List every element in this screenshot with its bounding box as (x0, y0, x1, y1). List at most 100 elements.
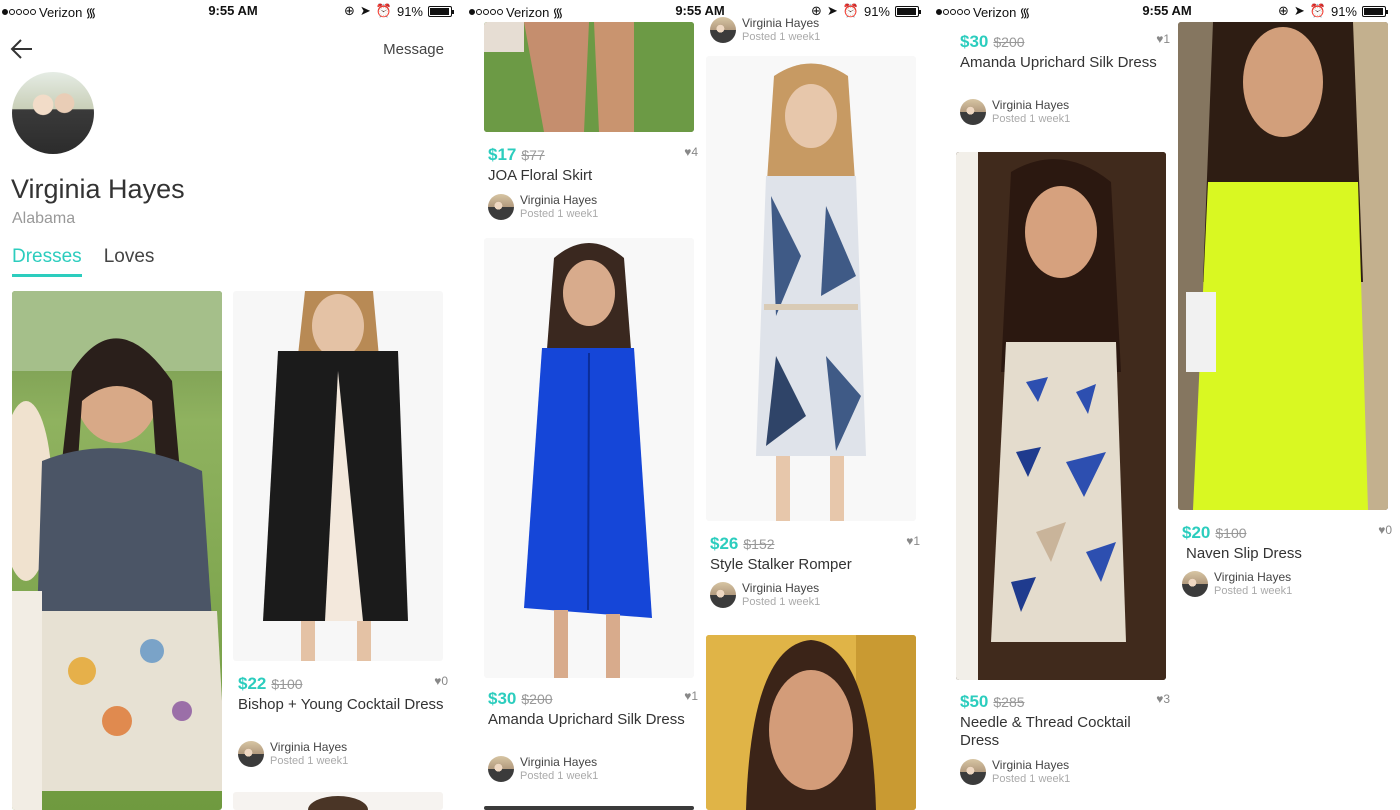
listing-photo[interactable] (484, 238, 694, 678)
posted-time: Posted 1 week1 (742, 31, 821, 43)
listing-seller[interactable]: Virginia Hayes Posted 1 week1 (960, 98, 1070, 126)
listing-photo-art (12, 291, 222, 810)
message-button[interactable]: Message (383, 41, 444, 58)
listing-title[interactable]: Naven Slip Dress (1186, 545, 1396, 563)
listing-seller[interactable]: Virginia Hayes Posted 1 week1 (710, 16, 820, 44)
listing-price: $50 (960, 692, 989, 711)
status-bar: Verizon ᯾ 9:55 AM ⊕ ➤ ⏰ 91% (467, 0, 933, 22)
listing-title[interactable]: Style Stalker Romper (710, 556, 920, 574)
alarm-icon: ⏰ (1309, 3, 1326, 18)
profile-tabs: Dresses Loves (12, 246, 154, 277)
seller-name: Virginia Hayes (992, 98, 1070, 112)
listing-photo[interactable] (706, 635, 916, 810)
listing-photo-art (308, 796, 368, 810)
listing-price-row: $17 $77 ♥4 (488, 145, 698, 165)
listing-likes[interactable]: ♥1 (684, 689, 698, 703)
listing-original-price: $77 (521, 147, 545, 163)
listing-original-price: $100 (271, 676, 303, 692)
listing-photo-art (706, 635, 916, 810)
listing-photo-art (484, 22, 694, 132)
seller-avatar (960, 99, 986, 125)
feed-screen-3: Verizon ᯾ 9:55 AM ⊕ ➤ ⏰ 91% $30 $200 ♥1 Aman… (934, 0, 1400, 810)
listing-price: $30 (488, 689, 517, 708)
battery-percent: 91% (396, 3, 423, 19)
listing-photo[interactable] (956, 152, 1166, 680)
location-icon: ➤ (826, 3, 838, 18)
seller-avatar (488, 194, 514, 220)
listing-likes[interactable]: ♥1 (906, 534, 920, 548)
tab-dresses[interactable]: Dresses (12, 246, 82, 277)
listing-likes[interactable]: ♥1 (1156, 32, 1170, 46)
listing-photo-art (524, 243, 652, 678)
location-icon: ➤ (359, 3, 371, 18)
listing-likes[interactable]: ♥4 (684, 145, 698, 159)
seller-name: Virginia Hayes (742, 581, 820, 595)
listing-price-row: $26 $152 ♥1 (710, 534, 920, 554)
listing-title[interactable]: Bishop + Young Cocktail Dress (238, 696, 448, 714)
profile-screen: Verizon ᯾ 9:55 AM ⊕ ➤ ⏰ 91% Message Virginia… (0, 0, 466, 810)
posted-time: Posted 1 week1 (270, 755, 349, 767)
listing-original-price: $200 (993, 34, 1025, 50)
listing-photo[interactable] (484, 806, 694, 810)
alarm-icon: ⏰ (842, 3, 859, 18)
lock-rotation-icon: ⊕ (343, 3, 355, 18)
listing-likes[interactable]: ♥0 (434, 674, 448, 688)
battery-percent: 91% (863, 3, 890, 19)
listing-photo[interactable] (706, 56, 916, 521)
listing-seller[interactable]: Virginia Hayes Posted 1 week1 (960, 758, 1070, 786)
listing-price-row: $22 $100 ♥0 (238, 674, 448, 694)
battery-icon (895, 5, 921, 17)
battery-percent: 91% (1330, 3, 1357, 19)
feed-screen-2: Verizon ᯾ 9:55 AM ⊕ ➤ ⏰ 91% $17 $77 ♥4 JOA F… (467, 0, 933, 810)
listing-photo-art (756, 63, 866, 521)
battery-icon (1362, 5, 1388, 17)
listing-seller[interactable]: Virginia Hayes Posted 1 week1 (238, 740, 348, 768)
alarm-icon: ⏰ (375, 3, 392, 18)
listing-original-price: $100 (1215, 525, 1247, 541)
listing-title[interactable]: JOA Floral Skirt (488, 167, 698, 185)
seller-avatar (710, 17, 736, 43)
profile-avatar (12, 72, 94, 154)
posted-time: Posted 1 week1 (520, 770, 599, 782)
lock-rotation-icon: ⊕ (1277, 3, 1289, 18)
seller-avatar (1182, 571, 1208, 597)
listing-likes[interactable]: ♥3 (1156, 692, 1170, 706)
status-bar: Verizon ᯾ 9:55 AM ⊕ ➤ ⏰ 91% (0, 0, 466, 22)
listing-original-price: $152 (743, 536, 775, 552)
posted-time: Posted 1 week1 (1214, 585, 1293, 597)
seller-name: Virginia Hayes (742, 16, 820, 30)
seller-avatar (238, 741, 264, 767)
listing-seller[interactable]: Virginia Hayes Posted 1 week1 (488, 755, 598, 783)
listing-seller[interactable]: Virginia Hayes Posted 1 week1 (488, 193, 598, 221)
seller-avatar (488, 756, 514, 782)
tab-loves[interactable]: Loves (104, 246, 155, 277)
listing-title[interactable]: Amanda Uprichard Silk Dress (960, 54, 1170, 72)
listing-photo[interactable] (1178, 22, 1388, 510)
listing-title[interactable]: Needle & Thread Cocktail Dress (960, 714, 1170, 750)
seller-name: Virginia Hayes (992, 758, 1070, 772)
location-icon: ➤ (1293, 3, 1305, 18)
listing-photo[interactable] (12, 291, 222, 810)
back-arrow-icon[interactable] (10, 38, 34, 65)
listing-price: $17 (488, 145, 517, 164)
posted-time: Posted 1 week1 (742, 596, 821, 608)
listing-photo-art (263, 291, 408, 661)
listing-seller[interactable]: Virginia Hayes Posted 1 week1 (710, 581, 820, 609)
seller-name: Virginia Hayes (270, 740, 348, 754)
seller-avatar (960, 759, 986, 785)
listing-likes[interactable]: ♥0 (1378, 523, 1392, 537)
seller-name: Virginia Hayes (520, 755, 598, 769)
seller-name: Virginia Hayes (520, 193, 598, 207)
profile-name: Virginia Hayes (11, 174, 185, 204)
listing-price-row: $50 $285 ♥3 (960, 692, 1170, 712)
listing-title[interactable]: Amanda Uprichard Silk Dress (488, 711, 698, 729)
listing-seller[interactable]: Virginia Hayes Posted 1 week1 (1182, 570, 1292, 598)
listing-price-row: $30 $200 ♥1 (488, 689, 698, 709)
seller-name: Virginia Hayes (1214, 570, 1292, 584)
posted-time: Posted 1 week1 (992, 773, 1071, 785)
listing-photo[interactable] (233, 792, 443, 810)
listing-photo[interactable] (233, 291, 443, 661)
listing-photo-art (956, 152, 1166, 680)
listing-photo[interactable] (484, 22, 694, 132)
listing-price-row: $20 $100 ♥0 (1182, 523, 1392, 543)
